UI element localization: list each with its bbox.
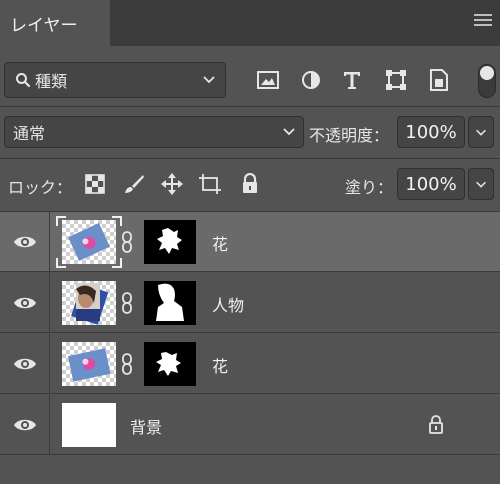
image-filter-icon[interactable]	[256, 68, 280, 92]
blend-mode-select[interactable]: 通常	[4, 116, 304, 148]
layer-name[interactable]: 花	[212, 231, 228, 255]
chevron-down-icon	[476, 129, 486, 136]
layer-name[interactable]: 花	[212, 353, 228, 377]
panel-menu-icon[interactable]	[474, 14, 492, 30]
chevron-down-icon	[283, 128, 295, 136]
visibility-eye-icon[interactable]	[0, 273, 50, 333]
lock-position-icon[interactable]	[160, 172, 184, 196]
lock-image-pixels-icon[interactable]	[122, 172, 146, 196]
filter-kind-label: 種類	[35, 72, 68, 91]
search-icon	[16, 73, 31, 88]
filter-toggle[interactable]	[478, 64, 496, 98]
opacity-dropdown-button[interactable]	[468, 116, 494, 148]
smart-object-filter-icon[interactable]	[427, 68, 451, 92]
shape-filter-icon[interactable]	[384, 68, 408, 92]
layer-mask-thumbnail[interactable]	[144, 342, 196, 386]
layers-tab[interactable]: レイヤー	[0, 0, 110, 46]
link-icon[interactable]	[120, 292, 134, 314]
lock-artboard-icon[interactable]	[198, 172, 222, 196]
opacity-input[interactable]: 100%	[397, 116, 465, 148]
layer-mask-thumbnail[interactable]	[144, 281, 196, 325]
fill-label: 塗り：	[345, 178, 394, 197]
layer-thumbnail[interactable]	[62, 403, 116, 447]
layer-row-flower-bottom[interactable]: 花	[0, 334, 500, 394]
chevron-down-icon	[203, 76, 215, 84]
layer-row-person[interactable]: 人物	[0, 273, 500, 333]
lock-all-icon[interactable]	[238, 172, 262, 196]
layer-mask-thumbnail[interactable]	[144, 220, 196, 264]
link-icon[interactable]	[120, 353, 134, 375]
layers-tab-label: レイヤー	[10, 15, 78, 36]
lock-label: ロック：	[8, 178, 73, 197]
fill-dropdown-button[interactable]	[468, 168, 494, 200]
type-filter-icon[interactable]	[340, 68, 364, 92]
filter-kind-select[interactable]: 種類	[4, 62, 226, 98]
fill-input[interactable]: 100%	[397, 168, 465, 200]
adjustment-filter-icon[interactable]	[299, 68, 323, 92]
panel-tab-bar: レイヤー	[0, 0, 500, 46]
visibility-eye-icon[interactable]	[0, 395, 50, 455]
layer-row-background[interactable]: 背景	[0, 395, 500, 455]
opacity-label: 不透明度：	[309, 126, 390, 145]
visibility-eye-icon[interactable]	[0, 212, 50, 272]
layer-name[interactable]: 人物	[212, 292, 244, 316]
layer-thumbnail[interactable]	[62, 220, 116, 264]
chevron-down-icon	[476, 181, 486, 188]
layer-row-flower-top[interactable]: 花	[0, 212, 500, 272]
layer-thumbnail[interactable]	[62, 342, 116, 386]
lock-transparent-pixels-icon[interactable]	[83, 172, 107, 196]
layer-lock-icon[interactable]	[428, 415, 444, 435]
layer-name[interactable]: 背景	[130, 414, 162, 438]
link-icon[interactable]	[120, 231, 134, 253]
visibility-eye-icon[interactable]	[0, 334, 50, 394]
blend-mode-label: 通常	[13, 124, 46, 143]
layer-thumbnail[interactable]	[62, 281, 116, 325]
